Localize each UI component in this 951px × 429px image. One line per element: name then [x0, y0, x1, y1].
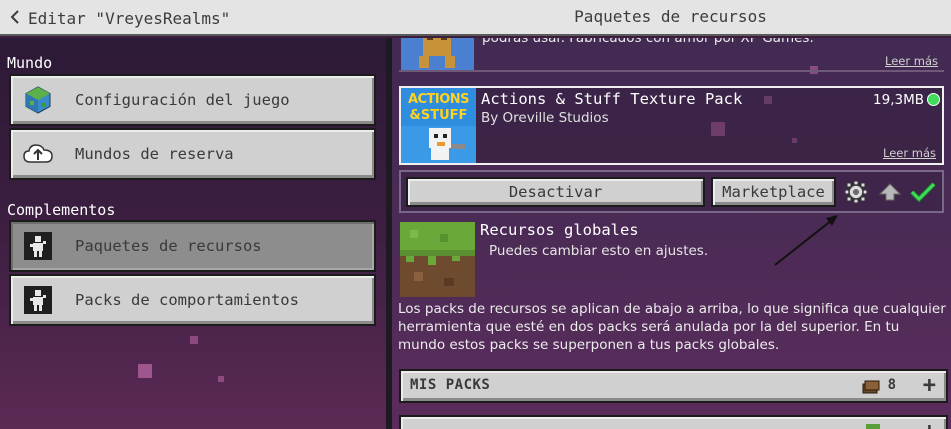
resource-pack-info-text: Los packs de recursos se aplican de abaj…: [398, 301, 946, 353]
decorative-particle: [218, 376, 224, 382]
top-bar: Editar "VreyesRealms" Paquetes de recurs…: [0, 0, 951, 36]
section-pack-icon: [866, 423, 880, 429]
globe-icon: [23, 85, 53, 115]
sidebar-item-backup-worlds[interactable]: Mundos de reserva: [9, 128, 376, 180]
section-title: MIS PACKS: [410, 377, 491, 393]
sidebar-item-game-settings[interactable]: Configuración del juego: [9, 74, 376, 126]
settings-sidebar: Mundo Configuración del juego Mundos de …: [0, 38, 386, 429]
expand-plus-icon: +: [923, 420, 936, 429]
page-title: Paquetes de recursos: [574, 7, 767, 26]
global-resources-thumbnail: [400, 222, 475, 297]
sidebar-item-label: Paquetes de recursos: [75, 237, 262, 255]
pack-count-icon: [862, 379, 880, 398]
decorative-particle: [190, 336, 198, 344]
resource-pack-icon: [23, 231, 53, 261]
next-section-partial[interactable]: +: [399, 415, 948, 429]
behavior-pack-icon: [23, 285, 53, 315]
back-label: Editar "VreyesRealms": [28, 8, 231, 28]
sidebar-item-behavior-packs[interactable]: Packs de comportamientos: [9, 274, 376, 326]
pack-count: 8: [887, 377, 896, 393]
decorative-particle: [138, 364, 152, 378]
back-button[interactable]: Editar "VreyesRealms": [10, 6, 230, 30]
sidebar-item-resource-packs[interactable]: Paquetes de recursos: [9, 220, 376, 272]
expand-plus-icon: +: [922, 373, 936, 398]
global-resources-title: Recursos globales: [480, 221, 639, 239]
cloud-upload-icon: [23, 139, 53, 169]
sidebar-item-label: Configuración del juego: [75, 91, 290, 109]
sidebar-item-label: Mundos de reserva: [75, 145, 234, 163]
my-packs-section[interactable]: MIS PACKS 8 +: [399, 369, 948, 403]
global-resources-subtitle: Puedes cambiar esto en ajustes.: [489, 243, 709, 259]
sidebar-item-label: Packs de comportamientos: [75, 291, 299, 309]
chevron-left-icon: [10, 9, 20, 28]
resource-packs-panel: podrás usar. Fabricados con amor por XP …: [392, 38, 951, 429]
section-label-world: Mundo: [7, 54, 53, 72]
section-label-addons: Complementos: [7, 201, 116, 219]
